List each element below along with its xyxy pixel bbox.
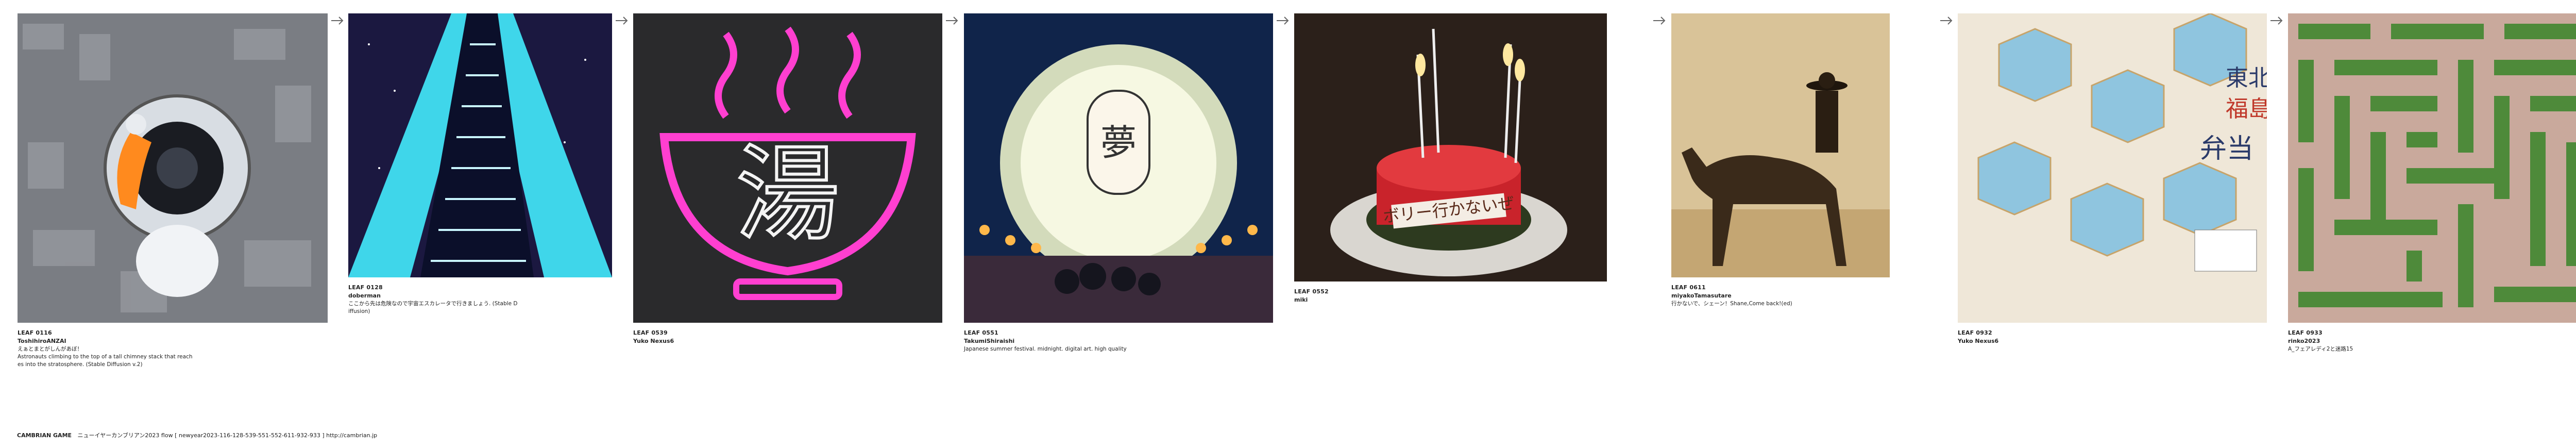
neon-yu-sign-image[interactable]: 湯 <box>633 13 942 323</box>
arrow-right-icon <box>331 16 344 25</box>
author-name[interactable]: doberman <box>348 292 612 300</box>
cowboy-horse-image[interactable] <box>1671 13 1890 277</box>
leaf-number: LEAF 0933 <box>2288 329 2323 336</box>
caption: えぁとまとがしんがあぼ！ Astronauts climbing to the … <box>18 346 193 368</box>
leaf-number: LEAF 0539 <box>633 329 668 336</box>
maze-garden-image[interactable] <box>2288 13 2576 323</box>
leaf-card[interactable]: 湯 LEAF 0539 Yuko Nexus6 <box>633 13 942 345</box>
leaf-card[interactable]: 東北 福島 弁当 LEAF 0932 Yuko Nexus6 <box>1958 13 2267 345</box>
arrow-right-icon <box>616 16 628 25</box>
tohoku-bento-image[interactable]: 東北 福島 弁当 <box>1958 13 2267 323</box>
space-escalator-image[interactable] <box>348 13 612 277</box>
svg-text:湯: 湯 <box>736 135 839 255</box>
arrow-right-icon <box>946 16 958 25</box>
arrow-right-icon <box>1277 16 1289 25</box>
svg-text:福島: 福島 <box>2226 96 2267 122</box>
arrow-right-icon <box>2270 16 2283 25</box>
leaf-card[interactable]: LEAF 0128 doberman ここから先は危険なので宇宙エスカレータで行… <box>348 13 612 316</box>
leaf-card[interactable]: LEAF 0611 miyakoTamasutare 行かないで、シェーン！Sh… <box>1671 13 1890 308</box>
arrow-right-icon <box>1940 16 1953 25</box>
leaf-card[interactable]: LEAF 0933 rinko2023 A_フェアレディ2と迷路15 <box>2288 13 2576 353</box>
svg-text:夢: 夢 <box>1100 122 1137 164</box>
leaf-card[interactable]: ボリー行かないぜ LEAF 0552 miki <box>1294 13 1607 304</box>
caption: ここから先は危険なので宇宙エスカレータで行きましょう. (Stable Diff… <box>348 301 518 314</box>
leaf-card[interactable]: LEAF 0116 ToshihiroANZAI えぁとまとがしんがあぼ！ As… <box>18 13 328 369</box>
game-title: CAMBRIAN GAME <box>17 432 72 439</box>
leaf-number: LEAF 0611 <box>1671 284 1706 291</box>
author-name[interactable]: miki <box>1294 296 1607 304</box>
leaf-card[interactable]: 夢 LEAF 0551 TakumiShiraishi Japanese sum… <box>964 13 1273 353</box>
svg-text:東北: 東北 <box>2226 65 2267 91</box>
author-name[interactable]: ToshihiroANZAI <box>18 337 328 345</box>
birthday-cake-image[interactable]: ボリー行かないぜ <box>1294 13 1607 282</box>
leaf-number: LEAF 0551 <box>964 329 998 336</box>
caption: A_フェアレディ2と迷路15 <box>2288 346 2353 352</box>
leaf-number: LEAF 0552 <box>1294 288 1329 295</box>
caption: 行かないで、シェーン！Shane,Come back!(ed) <box>1671 301 1792 307</box>
flow-footer: CAMBRIAN GAME ニューイヤーカンブリアン2023 flow [ ne… <box>17 431 377 439</box>
author-name[interactable]: miyakoTamasutare <box>1671 292 1890 300</box>
flow-info[interactable]: ニューイヤーカンブリアン2023 flow [ newyear2023-116-… <box>78 432 378 439</box>
author-name[interactable]: rinko2023 <box>2288 337 2576 345</box>
leaf-number: LEAF 0116 <box>18 329 52 336</box>
author-name[interactable]: TakumiShiraishi <box>964 337 1273 345</box>
caption: Japanese summer festival. midnight. digi… <box>964 346 1127 352</box>
svg-text:弁当: 弁当 <box>2200 134 2253 164</box>
author-name[interactable]: Yuko Nexus6 <box>1958 337 2267 345</box>
arrow-right-icon <box>1653 16 1666 25</box>
leaf-number: LEAF 0128 <box>348 284 383 291</box>
astronaut-chimney-image[interactable] <box>18 13 328 323</box>
author-name[interactable]: Yuko Nexus6 <box>633 337 942 345</box>
leaf-number: LEAF 0932 <box>1958 329 1992 336</box>
summer-festival-image[interactable]: 夢 <box>964 13 1273 323</box>
